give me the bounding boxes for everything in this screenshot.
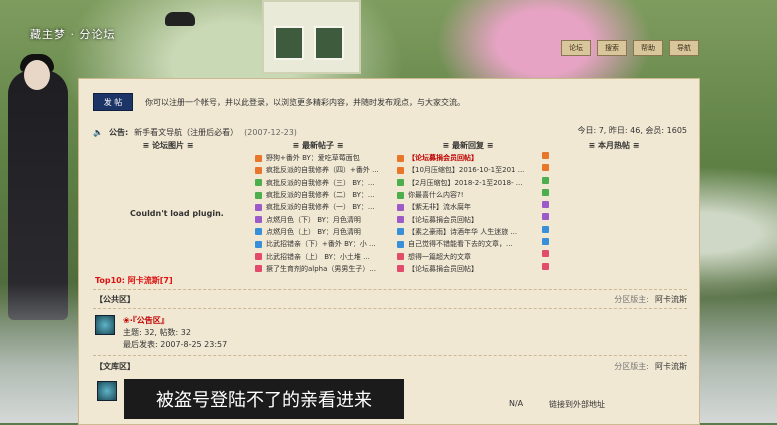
forum-last-post: 最后发表: 2007-8-25 23:57 <box>123 340 228 349</box>
hot-post-icon <box>542 238 549 246</box>
hot-post-icon <box>542 250 549 258</box>
post-icon <box>397 240 404 248</box>
latest-posts-list: 野狗+番外 BY：爱吃草莓面包 疯批反派的自我修养（四）+番外 ... 疯批反派… <box>255 152 379 275</box>
hot-post-icon <box>542 262 549 270</box>
hot-post-icon <box>542 225 549 233</box>
post-icon <box>255 265 262 273</box>
list-item[interactable]: 野狗+番外 BY：爱吃草莓面包 <box>255 152 379 164</box>
list-item[interactable]: 【论坛募捐会员回帖】 <box>397 263 524 275</box>
forum-icon <box>97 381 117 401</box>
list-item[interactable]: 自己觉得不错能看下去的文章，... <box>397 238 524 250</box>
forum-stats: 今日: 7, 昨日: 46, 会员: 1605 <box>577 126 687 135</box>
col-latest-replies: ≡ 最新回复 ≡ <box>442 141 494 150</box>
list-item[interactable]: 疯批反派的自我修养（一） BY：... <box>255 201 379 213</box>
post-icon <box>255 253 262 261</box>
post-icon <box>397 191 404 199</box>
post-icon <box>255 166 262 174</box>
hot-post-icon <box>542 164 549 172</box>
hot-post-icon <box>542 188 549 196</box>
list-item[interactable]: 撅了生育剂的alpha（男男生子）... <box>255 263 379 275</box>
post-icon <box>397 179 404 187</box>
section-title[interactable]: 【文库区】 <box>95 361 135 372</box>
post-icon <box>397 265 404 273</box>
speaker-icon: 🔈 <box>93 127 103 137</box>
latest-replies-list: 【论坛募捐会员回帖】 【10月压缩包】2016-10-1至201 ... 【2月… <box>397 152 524 275</box>
post-icon <box>255 179 262 187</box>
forum-name[interactable]: ❀·『公告区』 <box>123 315 227 327</box>
post-icon <box>255 228 262 236</box>
list-item[interactable]: 你最喜什么内容?! <box>397 189 524 201</box>
hot-post-icon <box>542 213 549 221</box>
list-item[interactable]: 疯批反派的自我修养（二） BY：... <box>255 189 379 201</box>
list-item[interactable]: 想得一篇超大的文章 <box>397 250 524 262</box>
nav-guide-button[interactable]: 导航 <box>669 40 699 56</box>
nav-help-button[interactable]: 帮助 <box>633 40 663 56</box>
divider <box>93 289 687 290</box>
section-moderator: 分区版主: 阿卡流斯 <box>614 361 687 371</box>
list-item[interactable]: 【2月压缩包】2018-2-1至2018- ... <box>397 177 524 189</box>
divider <box>93 308 687 309</box>
post-icon <box>255 216 262 224</box>
site-logo[interactable]: 藏主梦 · 分论坛 <box>30 26 116 42</box>
hot-post-icon <box>542 152 549 159</box>
announcement-label: 公告: <box>108 127 129 137</box>
last-post-na: N/A <box>509 399 524 408</box>
section-moderator: 分区版主: 阿卡流斯 <box>614 294 687 304</box>
nav-forum-button[interactable]: 论坛 <box>561 40 591 56</box>
col-hot-posts: ≡ 本月热帖 ≡ <box>588 141 640 150</box>
list-item[interactable]: 点燃月色（下） BY：月色清明 <box>255 213 379 225</box>
external-link[interactable]: 链接到外部地址 <box>549 399 605 410</box>
section-header-library: 【文库区】 分区版主: 阿卡流斯 <box>95 359 687 373</box>
section-title[interactable]: 【公共区】 <box>95 294 135 305</box>
plugin-error: Couldn't load plugin. <box>130 209 224 218</box>
list-item[interactable]: 【论坛募捐会员回帖】 <box>397 152 524 164</box>
post-icon <box>397 228 404 236</box>
cat-silhouette <box>165 12 195 26</box>
hot-post-icon <box>542 201 549 209</box>
post-icon <box>397 216 404 224</box>
announcement-link[interactable]: 新手看文导航（注册后必看） <box>134 127 238 138</box>
post-icon <box>397 154 404 162</box>
list-item[interactable]: 【10月压缩包】2016-10-1至201 ... <box>397 164 524 176</box>
top-nav: 论坛 搜索 帮助 导航 <box>561 40 699 56</box>
forum-panel: 发 帖 你可以注册一个帐号，并以此登录，以浏览更多精彩内容，并随时发布观点，与大… <box>78 78 700 425</box>
forum-row: ❀·『公告区』 主题: 32, 帖数: 32 最后发表: 2007-8-25 2… <box>95 315 227 351</box>
forum-stats-line: 主题: 32, 帖数: 32 <box>123 328 191 337</box>
announcement-date: (2007-12-23) <box>244 127 297 137</box>
post-button[interactable]: 发 帖 <box>93 93 133 111</box>
list-item[interactable]: 疯批反派的自我修养（四）+番外 ... <box>255 164 379 176</box>
post-icon <box>397 203 404 211</box>
post-icon <box>397 253 404 261</box>
top10-posters[interactable]: Top10: 阿卡流斯[7] <box>95 275 173 286</box>
list-item[interactable]: 疯批反派的自我修养（三） BY：... <box>255 177 379 189</box>
post-icon <box>255 154 262 162</box>
column-headers: ≡ 论坛图片 ≡ ≡ 最新帖子 ≡ ≡ 最新回复 ≡ ≡ 本月热帖 ≡ <box>93 140 685 152</box>
post-icon <box>255 240 262 248</box>
divider <box>93 355 687 356</box>
register-notice: 你可以注册一个帐号，并以此登录，以浏览更多精彩内容，并随时发布观点，与大家交流。 <box>145 97 465 107</box>
list-item[interactable]: 比武招错亲（下）+番外 BY：小 ... <box>255 238 379 250</box>
hot-posts-icons <box>542 152 549 275</box>
list-item[interactable]: 点燃月色（上） BY：月色清明 <box>255 226 379 238</box>
col-latest-posts: ≡ 最新帖子 ≡ <box>292 141 344 150</box>
list-item[interactable]: 比武招错亲（上） BY：小土堆 ... <box>255 250 379 262</box>
col-images: ≡ 论坛图片 ≡ <box>142 141 194 150</box>
post-icon <box>397 166 404 174</box>
post-icon <box>255 203 262 211</box>
forum-icon <box>95 315 115 335</box>
post-icon <box>255 191 262 199</box>
section-header-public: 【公共区】 分区版主: 阿卡流斯 <box>95 292 687 306</box>
hot-post-icon <box>542 176 549 184</box>
list-item[interactable]: 【紫无非】流水腐年 <box>397 201 524 213</box>
nav-search-button[interactable]: 搜索 <box>597 40 627 56</box>
list-item[interactable]: 【论坛募捐会员回帖】 <box>397 213 524 225</box>
subtitle-overlay: 被盗号登陆不了的亲看进来 <box>124 379 404 419</box>
list-item[interactable]: 【素之豪雨】诗酒年华 人生迷旅 ... <box>397 226 524 238</box>
post-row: 发 帖 你可以注册一个帐号，并以此登录，以浏览更多精彩内容，并随时发布观点，与大… <box>93 93 465 111</box>
background-house <box>262 0 361 74</box>
